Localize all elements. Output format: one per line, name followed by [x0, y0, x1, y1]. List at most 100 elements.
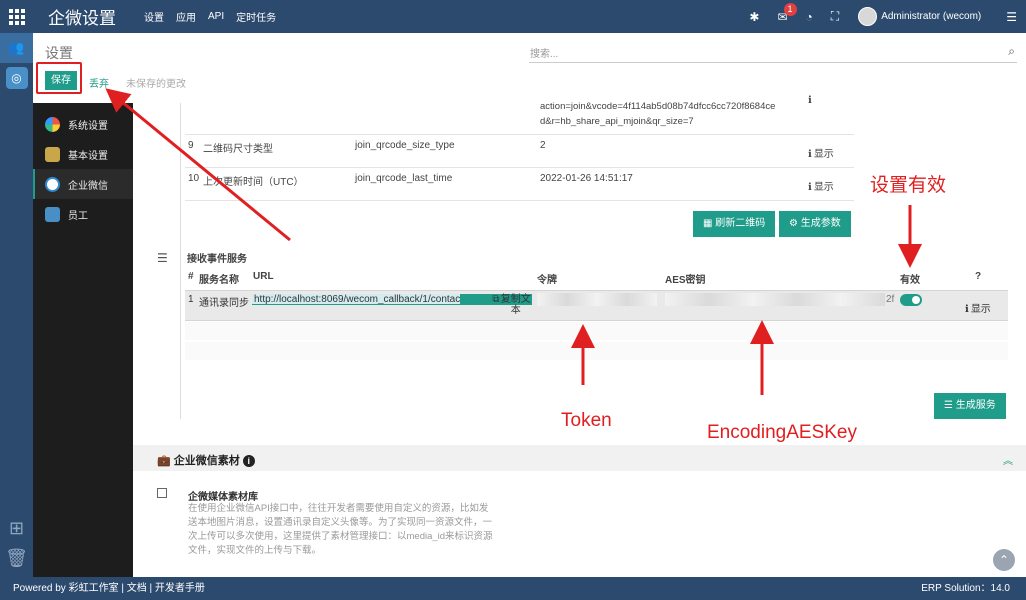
sliders-icon[interactable]: ☰	[1006, 10, 1017, 24]
top-navbar: 企微设置 设置 应用 API 定时任务 ✱ ✉ 1 ◔ ⛶ Administrat…	[0, 0, 1026, 33]
color-wheel-icon	[45, 116, 60, 132]
footer: Powered by 彩虹工作室 | 文档 | 开发者手册 ERP Soluti…	[0, 577, 1026, 600]
generate-service-button[interactable]: ☰ 生成服务	[934, 393, 1006, 419]
discard-button[interactable]: 丢弃	[89, 75, 109, 90]
show-link[interactable]: 显示	[808, 145, 834, 160]
icon-rail: 👥 ◎ ⊞ 🗑	[0, 33, 33, 577]
row-num: 1	[188, 294, 194, 305]
col-header-token: 令牌	[537, 275, 557, 286]
footer-version: ERP Solution：14.0	[921, 583, 1010, 594]
sidebar-item-basic-settings[interactable]: 基本设置	[33, 139, 133, 169]
generate-params-button[interactable]: ⚙ 生成参数	[779, 211, 851, 237]
search-placeholder: 搜索...	[530, 49, 559, 60]
gear-icon	[45, 146, 60, 162]
content-divider	[180, 103, 181, 419]
param-value: d&r=hb_share_api_mjoin&qr_size=7	[540, 116, 694, 127]
save-button[interactable]: 保存	[45, 71, 77, 90]
search-input[interactable]: 搜索... ⌕	[529, 41, 1017, 63]
copy-text-button[interactable]: ⧉ 复制文本	[460, 294, 532, 316]
empty-row	[185, 322, 1008, 340]
table-row: action=join&vcode=4f114ab5d08b74dfcc6cc7…	[185, 95, 854, 135]
list-icon: ☰	[157, 251, 168, 265]
collapse-chevron-icon[interactable]: ︽	[1003, 452, 1013, 467]
user-menu[interactable]: Administrator (wecom)	[881, 11, 981, 22]
help-icon[interactable]: ?	[975, 271, 981, 282]
section-header-bar	[133, 445, 1026, 471]
footer-links[interactable]: Powered by 彩虹工作室 | 文档 | 开发者手册	[13, 577, 205, 600]
col-header-num: #	[188, 271, 194, 282]
token-field[interactable]	[537, 293, 657, 306]
settings-sidebar: 系统设置 基本设置 企业微信 员工	[33, 103, 133, 577]
col-header-name: 服务名称	[199, 275, 239, 286]
app-title: 企微设置	[48, 9, 116, 28]
add-icon[interactable]: ⊞	[0, 513, 33, 543]
sidebar-item-label: 员工	[68, 210, 88, 222]
breadcrumb: 设置	[45, 45, 73, 61]
menu-apps[interactable]: 应用	[176, 9, 196, 24]
contacts-app-icon[interactable]: 👥	[0, 33, 33, 63]
annotation-aes: EncodingAESKey	[707, 422, 857, 443]
show-link[interactable]: 显示	[965, 300, 991, 315]
clock-icon[interactable]: ◔	[806, 10, 813, 24]
active-toggle[interactable]	[900, 294, 922, 306]
table-row: 10 上次更新时间（UTC） join_qrcode_last_time 202…	[185, 168, 854, 201]
aes-key-field[interactable]	[665, 293, 885, 306]
aes-key-tail: 2f	[886, 294, 895, 305]
table-row[interactable]: 1 通讯录同步 http://localhost:8069/wecom_call…	[185, 290, 1008, 321]
row-num: 9	[188, 140, 194, 151]
col-header-active: 有效	[900, 275, 920, 286]
section-title: 💼 企业微信素材 i	[157, 452, 255, 468]
bug-icon[interactable]: ✱	[749, 10, 759, 24]
param-name: 上次更新时间（UTC）	[203, 177, 304, 188]
col-header-aes: AES密钥	[665, 275, 706, 286]
sidebar-item-label: 系统设置	[68, 120, 108, 132]
param-name: 二维码尺寸类型	[203, 144, 273, 155]
sidebar-item-staff[interactable]: 员工	[33, 199, 133, 229]
menu-api[interactable]: API	[208, 11, 224, 22]
apps-grid-icon[interactable]	[0, 0, 34, 33]
control-panel: 设置 搜索... ⌕ 保存 丢弃 未保存的更改	[33, 33, 1026, 95]
table-row: 9 二维码尺寸类型 join_qrcode_size_type 2 显示	[185, 135, 854, 168]
search-icon[interactable]: ⌕	[1008, 44, 1015, 59]
param-key: join_qrcode_last_time	[355, 173, 453, 184]
generate-params-label: 生成参数	[800, 218, 841, 229]
annotation-active: 设置有效	[870, 175, 947, 196]
menu-scheduled-tasks[interactable]: 定时任务	[236, 9, 276, 24]
sidebar-item-label: 企业微信	[68, 180, 108, 192]
chat-bubble-icon[interactable]: ✉ 1	[777, 2, 797, 24]
trash-icon[interactable]: 🗑	[0, 543, 33, 573]
notification-badge: 1	[783, 2, 797, 16]
media-library-desc: 在使用企业微信API接口中，往往开发者需要使用自定义的资源，比如发送本地图片消息…	[188, 503, 493, 556]
row-num: 10	[188, 173, 200, 184]
unsaved-changes-label: 未保存的更改	[126, 79, 186, 90]
show-link[interactable]	[808, 95, 814, 106]
wecom-app-icon[interactable]: ◎	[5, 67, 28, 89]
material-title: 企业微信素材	[173, 455, 240, 467]
scroll-top-icon[interactable]: ⌃	[993, 549, 1015, 571]
sidebar-item-wecom[interactable]: 企业微信	[33, 169, 133, 199]
refresh-qrcode-button[interactable]: ▦ 刷新二维码	[693, 211, 776, 237]
col-header-url: URL	[253, 271, 274, 282]
chat-icon	[45, 176, 60, 192]
param-value: action=join&vcode=4f114ab5d08b74dfcc6cc7…	[540, 101, 776, 112]
param-value: 2	[540, 140, 546, 151]
avatar[interactable]	[858, 7, 878, 26]
sidebar-item-label: 基本设置	[68, 150, 108, 162]
refresh-qrcode-label: 刷新二维码	[715, 218, 766, 229]
param-key: join_qrcode_size_type	[355, 140, 455, 151]
media-library-title: 企微媒体素材库	[188, 492, 258, 503]
annotation-token: Token	[561, 410, 612, 431]
sidebar-item-system-settings[interactable]: 系统设置	[33, 109, 133, 139]
copy-text-label: 复制文本	[500, 294, 531, 316]
menu-settings[interactable]: 设置	[144, 9, 164, 24]
media-library-checkbox[interactable]	[157, 488, 167, 498]
empty-row	[185, 342, 1008, 360]
show-link[interactable]: 显示	[808, 178, 834, 193]
service-name: 通讯录同步	[199, 298, 249, 309]
section-title: 接收事件服务	[187, 254, 247, 265]
fullscreen-icon[interactable]: ⛶	[831, 9, 839, 24]
url-field[interactable]: http://localhost:8069/wecom_callback/1/c…	[252, 294, 460, 305]
info-icon[interactable]: i	[242, 455, 255, 467]
generate-service-label: 生成服务	[955, 400, 996, 411]
staff-icon	[45, 206, 60, 222]
